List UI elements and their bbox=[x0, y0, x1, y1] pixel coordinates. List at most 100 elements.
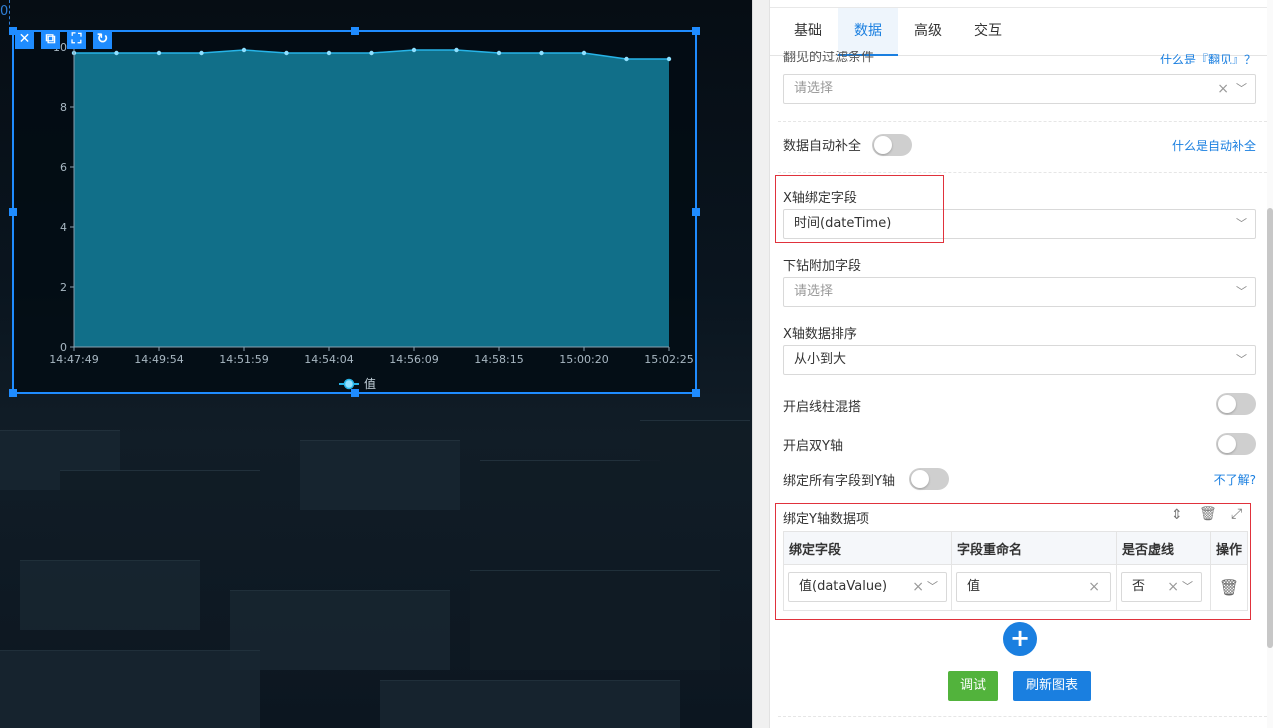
resize-handle[interactable] bbox=[692, 208, 700, 216]
background-building bbox=[0, 650, 260, 728]
x-tick-label: 14:56:09 bbox=[389, 353, 438, 366]
resize-handle[interactable] bbox=[692, 389, 700, 397]
filter-placeholder: 请选择 bbox=[794, 81, 834, 96]
scrollbar[interactable] bbox=[1267, 0, 1273, 728]
scrollbar-thumb[interactable] bbox=[1267, 208, 1273, 648]
x-tick-label: 14:47:49 bbox=[49, 353, 98, 366]
dual-y-label: 开启双Y轴 bbox=[783, 439, 843, 454]
bind-all-help-link[interactable]: 不了解? bbox=[1214, 471, 1256, 488]
chevron-down-icon: ﹀ bbox=[1236, 285, 1247, 298]
expand-icon[interactable]: ⤢ bbox=[1231, 506, 1242, 522]
canvas-stage: 0 0 2 4 6 8 10 14:47:49 14:49:54 14:51:59 14:54:0… bbox=[0, 0, 752, 728]
tab-advanced[interactable]: 高级 bbox=[898, 8, 958, 56]
x-sort-select[interactable]: 从小到大 ﹀ bbox=[783, 345, 1256, 375]
data-point bbox=[666, 56, 672, 62]
legend-label: 值 bbox=[364, 376, 376, 391]
widget-toolbar: ✕ ⧉ ⛶ ↻ bbox=[15, 30, 112, 49]
data-point bbox=[496, 50, 502, 56]
data-point bbox=[624, 56, 629, 62]
filter-help-link[interactable]: 什么是『翻见』？ bbox=[1160, 51, 1256, 64]
data-point bbox=[539, 50, 544, 56]
y-tick-label: 4 bbox=[60, 221, 67, 234]
chart-widget[interactable]: 0 2 4 6 8 10 14:47:49 14:49:54 14:51:59 14:54:04 1… bbox=[9, 27, 700, 397]
tab-data[interactable]: 数据 bbox=[838, 8, 898, 56]
clear-icon[interactable]: × bbox=[1217, 75, 1229, 103]
resize-handle[interactable] bbox=[9, 208, 17, 216]
x-sort-label: X轴数据排序 bbox=[783, 327, 857, 342]
tab-interaction[interactable]: 交互 bbox=[958, 8, 1018, 56]
data-point bbox=[369, 50, 374, 56]
filter-label: 翻见的过滤条件 bbox=[783, 51, 875, 63]
divider bbox=[778, 172, 1267, 173]
background-building bbox=[470, 570, 720, 670]
column-header: 字段重命名 bbox=[951, 531, 1117, 565]
data-point bbox=[454, 47, 459, 53]
line-bar-mix-toggle[interactable] bbox=[1216, 393, 1256, 415]
table-cell: 🗑 bbox=[1210, 564, 1248, 611]
auto-complete-label: 数据自动补全 bbox=[783, 139, 862, 154]
dashed-value: 否 bbox=[1132, 579, 1146, 594]
debug-button[interactable]: 调试 bbox=[948, 671, 998, 701]
drill-select[interactable]: 请选择 ﹀ bbox=[783, 277, 1256, 307]
trash-icon[interactable]: 🗑 bbox=[1199, 506, 1217, 522]
auto-complete-toggle[interactable] bbox=[872, 134, 912, 156]
resize-handle[interactable] bbox=[9, 27, 17, 35]
auto-complete-help-link[interactable]: 什么是自动补全 bbox=[1172, 137, 1256, 154]
y-tick-label: 6 bbox=[60, 161, 67, 174]
copy-icon[interactable]: ⧉ bbox=[41, 30, 60, 49]
legend-marker bbox=[343, 378, 355, 390]
chevron-down-icon: ﹀ bbox=[1182, 580, 1193, 593]
field-select[interactable]: 值(dataValue) × ﹀ bbox=[788, 572, 947, 602]
table-cell: 值(dataValue) × ﹀ bbox=[783, 564, 952, 611]
refresh-icon[interactable]: ↻ bbox=[93, 30, 112, 49]
tab-basic[interactable]: 基础 bbox=[778, 8, 838, 56]
filter-select[interactable]: 请选择 × ﹀ bbox=[783, 74, 1256, 104]
guide-line bbox=[9, 0, 11, 30]
column-header: 绑定字段 bbox=[783, 531, 952, 565]
resize-handle[interactable] bbox=[351, 27, 359, 35]
background-building bbox=[230, 590, 450, 670]
rename-input[interactable]: 值 × bbox=[956, 572, 1111, 602]
sort-icon[interactable]: ⇕ bbox=[1171, 507, 1183, 523]
clear-icon[interactable]: × bbox=[912, 573, 924, 601]
data-point bbox=[326, 50, 332, 56]
clear-icon[interactable]: × bbox=[1167, 573, 1179, 601]
field-value: 值(dataValue) bbox=[799, 579, 888, 594]
close-icon[interactable]: ✕ bbox=[15, 30, 34, 49]
highlight-box bbox=[775, 175, 944, 243]
column-header: 操作 bbox=[1210, 531, 1248, 565]
table-row: 值(dataValue) × ﹀ 值 × 否 × ﹀ 🗑 bbox=[783, 564, 1248, 611]
dashed-select[interactable]: 否 × ﹀ bbox=[1121, 572, 1202, 602]
area-chart: 024681014:47:49 14:49:54 14:51:59 14:54:04 1… bbox=[49, 41, 693, 391]
resize-handle[interactable] bbox=[692, 27, 700, 35]
data-point bbox=[411, 47, 417, 53]
chevron-down-icon: ﹀ bbox=[927, 580, 938, 593]
data-point bbox=[241, 47, 247, 53]
background-building bbox=[480, 460, 660, 550]
resize-handle[interactable] bbox=[9, 389, 17, 397]
table-cell: 值 × bbox=[951, 564, 1117, 611]
series-area bbox=[74, 50, 669, 347]
resize-handle[interactable] bbox=[351, 389, 359, 397]
bind-all-toggle[interactable] bbox=[909, 468, 949, 490]
chevron-down-icon: ﹀ bbox=[1236, 82, 1247, 95]
dual-y-toggle[interactable] bbox=[1216, 433, 1256, 455]
splitter[interactable] bbox=[752, 0, 770, 728]
trash-icon[interactable]: 🗑 bbox=[1219, 578, 1239, 597]
ruler-label: 0 bbox=[0, 4, 9, 19]
background-building bbox=[20, 560, 200, 630]
chevron-down-icon: ﹀ bbox=[1236, 217, 1247, 230]
x-tick-label: 14:51:59 bbox=[219, 353, 268, 366]
x-tick-label: 14:58:15 bbox=[474, 353, 523, 366]
rename-value: 值 bbox=[967, 579, 981, 594]
refresh-chart-button[interactable]: 刷新图表 bbox=[1013, 671, 1091, 701]
x-tick-label: 15:02:25 bbox=[644, 353, 693, 366]
table-cell: 否 × ﹀ bbox=[1116, 564, 1211, 611]
data-point bbox=[199, 50, 204, 56]
column-header: 是否虚线 bbox=[1116, 531, 1211, 565]
add-y-field-button[interactable]: + bbox=[1003, 622, 1037, 656]
drill-placeholder: 请选择 bbox=[794, 284, 834, 299]
y-tick-label: 8 bbox=[60, 101, 67, 114]
clear-icon[interactable]: × bbox=[1088, 573, 1100, 601]
fullscreen-icon[interactable]: ⛶ bbox=[67, 30, 86, 49]
